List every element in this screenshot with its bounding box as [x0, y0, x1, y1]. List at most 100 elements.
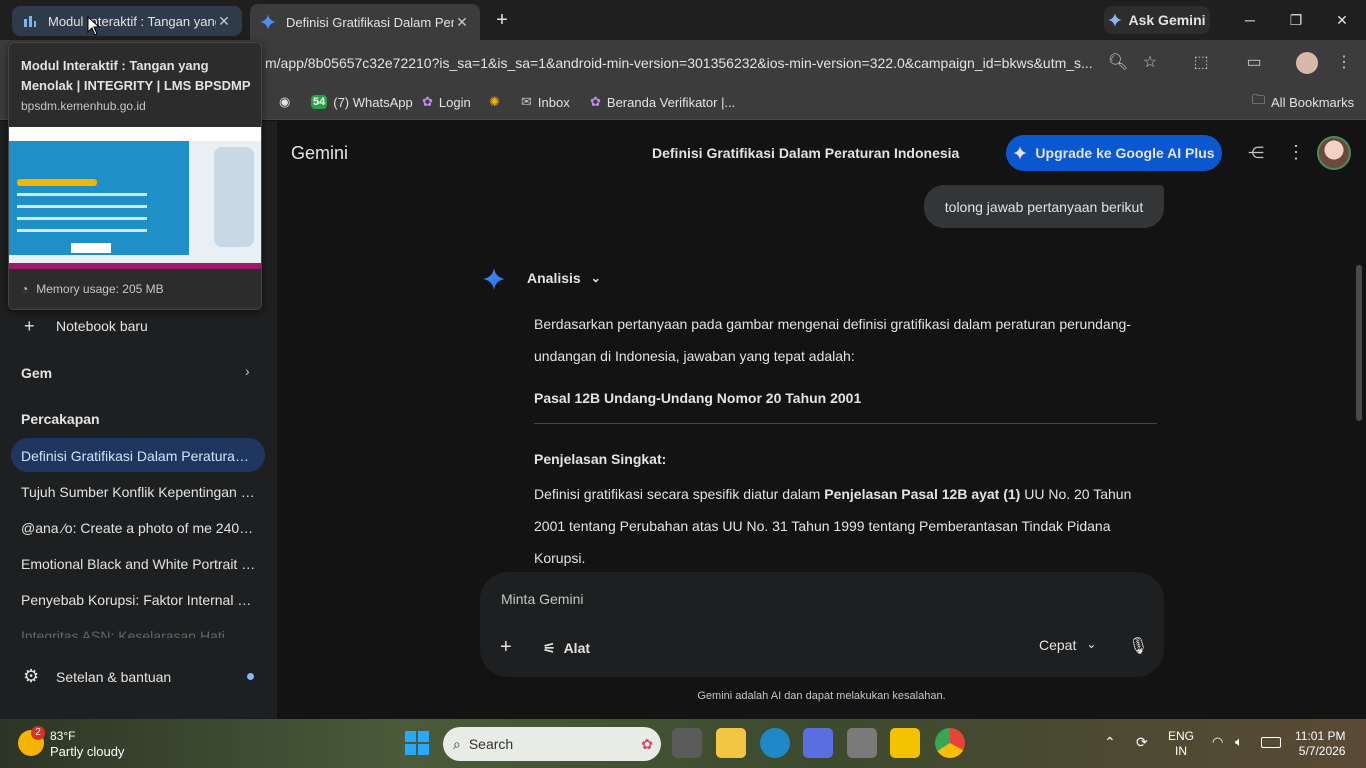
camera-icon[interactable]: [847, 728, 877, 758]
hover-card-domain: bpsdm.kemenhub.go.id: [21, 99, 146, 113]
conversations-heading: Percakapan: [21, 411, 100, 427]
battery-icon[interactable]: [1261, 737, 1281, 748]
close-tab-icon[interactable]: ✕: [216, 13, 232, 29]
avatar[interactable]: [1317, 136, 1351, 170]
close-window-icon[interactable]: ✕: [1330, 8, 1354, 32]
bookmark-inbox[interactable]: ✉ Inbox: [521, 92, 570, 112]
new-notebook-button[interactable]: Notebook baru: [56, 318, 291, 334]
clock-date: 5/7/2026: [1298, 744, 1346, 758]
gemini-brand[interactable]: Gemini: [291, 143, 348, 164]
restore-icon[interactable]: ❐: [1284, 8, 1308, 32]
upgrade-button[interactable]: Upgrade ke Google AI Plus: [1006, 135, 1222, 171]
prompt-input[interactable]: Minta Gemini: [501, 591, 583, 607]
add-attachment-icon[interactable]: +: [500, 636, 512, 659]
language-indicator[interactable]: ENG IN: [1168, 729, 1194, 759]
sidebar-item-korupsi[interactable]: Penyebab Korupsi: Faktor Internal da...: [21, 592, 256, 608]
bookmark-whatsapp[interactable]: 54 (7) WhatsApp: [311, 92, 413, 112]
sliders-icon: ⚟: [543, 640, 556, 656]
tab-label: Modul Interaktif : Tangan yang Menolak: [48, 13, 216, 29]
video-editor-icon[interactable]: [803, 728, 833, 758]
whatsapp-badge-icon: 54: [311, 95, 328, 109]
gem-section[interactable]: Gem: [21, 365, 256, 381]
tab-search-icon[interactable]: ▭: [1243, 52, 1265, 74]
hover-card-title: Modul Interaktif : Tangan yang Menolak |…: [21, 58, 251, 93]
plus-icon: +: [24, 316, 35, 336]
tab-preview-thumbnail: [9, 127, 261, 269]
gemini-logo-icon: [483, 268, 505, 290]
mouse-cursor-icon: [87, 16, 101, 36]
minimize-icon[interactable]: ─: [1238, 8, 1262, 32]
chevron-right-icon[interactable]: ›: [245, 363, 250, 379]
globe-icon[interactable]: ◉: [279, 92, 290, 112]
response-intro: Berdasarkan pertanyaan pada gambar menge…: [534, 316, 1131, 364]
close-tab-icon[interactable]: ✕: [454, 14, 470, 30]
chrome-icon[interactable]: [935, 728, 965, 758]
sidebar-item-integritas[interactable]: Integritas ASN: Keselarasan Hati, Uca...: [21, 628, 256, 638]
address-bar-url[interactable]: m/app/8b05657c32e72210?is_sa=1&is_sa=1&a…: [265, 55, 1095, 71]
tab-hover-card: Modul Interaktif : Tangan yang Menolak |…: [8, 42, 262, 310]
more-options-icon[interactable]: ⋮: [1287, 142, 1305, 163]
disclaimer: Gemini adalah AI dan dapat melakukan kes…: [697, 690, 946, 702]
bookmark-label: (7) WhatsApp: [333, 94, 413, 110]
bookmark-label: Login: [438, 94, 471, 110]
bookmark-star-icon[interactable]: ☆: [1139, 52, 1161, 74]
tools-button[interactable]: ⚟ Alat: [543, 640, 590, 657]
search-label: Search: [468, 736, 514, 752]
wifi-icon[interactable]: ◠: [1212, 734, 1223, 750]
folder-icon: 🗀: [1252, 92, 1266, 107]
tray-chevron-icon[interactable]: ⌃: [1104, 734, 1116, 751]
lang-bottom: IN: [1175, 744, 1187, 758]
share-icon[interactable]: ⋲: [1248, 143, 1264, 163]
tab-modul-interaktif[interactable]: Modul Interaktif : Tangan yang Menolak ✕: [12, 6, 242, 36]
sync-icon[interactable]: ⟳: [1136, 734, 1148, 751]
login-icon: ✿: [422, 94, 433, 109]
lms-favicon-icon: [24, 16, 36, 27]
gemini-spark-icon: [1108, 13, 1123, 27]
weather-temp: 83°F: [50, 729, 76, 743]
taskbar-search[interactable]: ⌕ Search ✿: [443, 727, 661, 761]
extensions-icon[interactable]: ⬚: [1190, 52, 1212, 74]
memory-usage: ◔ Memory usage: 205 MB: [21, 282, 164, 296]
bookmark-beranda[interactable]: ✿ Beranda Verifikator |...: [590, 92, 735, 112]
file-explorer-icon[interactable]: [716, 728, 746, 758]
task-view-icon[interactable]: [672, 728, 702, 758]
spark-icon: [1013, 146, 1028, 160]
tab-label: Definisi Gratifikasi Dalam Peraturan Ind…: [286, 14, 454, 30]
weather-widget[interactable]: 83°F Partly cloudy: [50, 729, 124, 759]
analysis-toggle[interactable]: Analisis ⌄: [527, 270, 601, 286]
bookmark-label: Inbox: [537, 94, 570, 110]
edge-icon[interactable]: [760, 728, 790, 758]
tab-definisi-gratifikasi[interactable]: Definisi Gratifikasi Dalam Peraturan Ind…: [250, 4, 480, 40]
gear-icon: ⚙: [23, 666, 40, 686]
google-photos-icon[interactable]: ✺: [489, 92, 500, 112]
gemini-favicon-icon: [260, 14, 276, 30]
windows-start-icon[interactable]: [405, 731, 429, 755]
user-message: tolong jawab pertanyaan berikut: [924, 185, 1164, 228]
search-icon: ⌕: [453, 735, 461, 752]
ask-gemini-button[interactable]: Ask Gemini: [1104, 6, 1210, 34]
profile-icon[interactable]: [1296, 52, 1318, 74]
new-tab-button[interactable]: +: [492, 10, 512, 30]
bookmark-login[interactable]: ✿ Login: [422, 92, 471, 112]
clock[interactable]: 11:01 PM 5/7/2026: [1295, 729, 1345, 759]
volume-icon[interactable]: 🔈︎: [1235, 734, 1243, 750]
sidebar-item-portrait[interactable]: Emotional Black and White Portrait Cr...: [21, 556, 256, 572]
search-zoom-icon[interactable]: 🔍︎: [1107, 52, 1129, 74]
menu-kebab-icon[interactable]: ⋮: [1333, 52, 1355, 74]
all-bookmarks-label: All Bookmarks: [1271, 94, 1355, 110]
sidebar-item-photo[interactable]: @ana ⁄o: Create a photo of me 240 le...: [21, 520, 256, 536]
all-bookmarks[interactable]: 🗀 All Bookmarks: [1252, 92, 1354, 112]
settings-help-button[interactable]: Setelan & bantuan: [56, 669, 291, 685]
chat-scrollbar[interactable]: [1356, 265, 1362, 421]
sidebar-item-definisi-gratifikasi[interactable]: Definisi Gratifikasi Dalam Peraturan I..…: [21, 448, 256, 464]
prompt-composer: [480, 572, 1164, 677]
mode-selector[interactable]: Cepat ⌄: [1039, 637, 1096, 653]
memory-usage-label: Memory usage: 205 MB: [36, 282, 164, 296]
sticky-notes-icon[interactable]: [890, 728, 920, 758]
microphone-icon[interactable]: 🎙︎: [1128, 636, 1148, 656]
search-highlight-icon: ✿: [641, 735, 653, 752]
sidebar-item-konflik[interactable]: Tujuh Sumber Konflik Kepentingan Pe...: [21, 484, 256, 500]
mode-label: Cepat: [1039, 637, 1077, 653]
conversation-title: Definisi Gratifikasi Dalam Peraturan Ind…: [652, 145, 960, 161]
notification-dot-icon: [247, 673, 254, 680]
